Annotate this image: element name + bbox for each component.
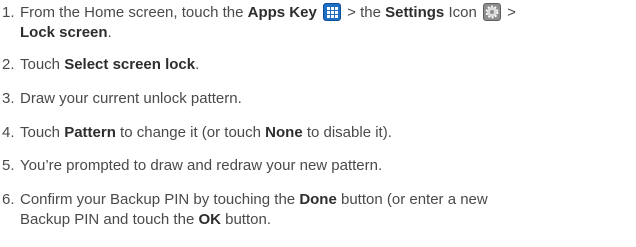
step-number: 6. xyxy=(2,191,15,208)
select-screen-lock-label: Select screen lock xyxy=(64,56,196,73)
done-label: Done xyxy=(299,191,337,208)
step-2: 2. Touch Select screen lock. xyxy=(2,56,200,73)
lock-screen-label: Lock screen xyxy=(20,24,108,41)
step-6: 6. Confirm your Backup PIN by touching th… xyxy=(2,191,488,228)
step-number: 5. xyxy=(2,157,15,174)
step-4: 4. Touch Pattern to change it (or touch N… xyxy=(2,124,392,141)
instruction-list: 1. From the Home screen, touch the Apps K… xyxy=(0,0,636,247)
step-3: 3. Draw your current unlock pattern. xyxy=(2,90,242,107)
gear-icon xyxy=(482,3,501,21)
apps-key-label: Apps Key xyxy=(247,4,317,21)
pattern-label: Pattern xyxy=(64,124,116,141)
apps-grid-icon xyxy=(322,3,341,21)
step-5: 5. You’re prompted to draw and redraw you… xyxy=(2,157,383,174)
settings-label: Settings xyxy=(385,4,445,21)
step-number: 1. xyxy=(2,4,15,21)
step-number: 4. xyxy=(2,124,15,141)
step-number: 3. xyxy=(2,90,15,107)
none-label: None xyxy=(265,124,303,141)
ok-label: OK xyxy=(198,211,221,228)
step-number: 2. xyxy=(2,56,15,73)
step-1: 1. From the Home screen, touch the Apps K… xyxy=(2,3,516,41)
